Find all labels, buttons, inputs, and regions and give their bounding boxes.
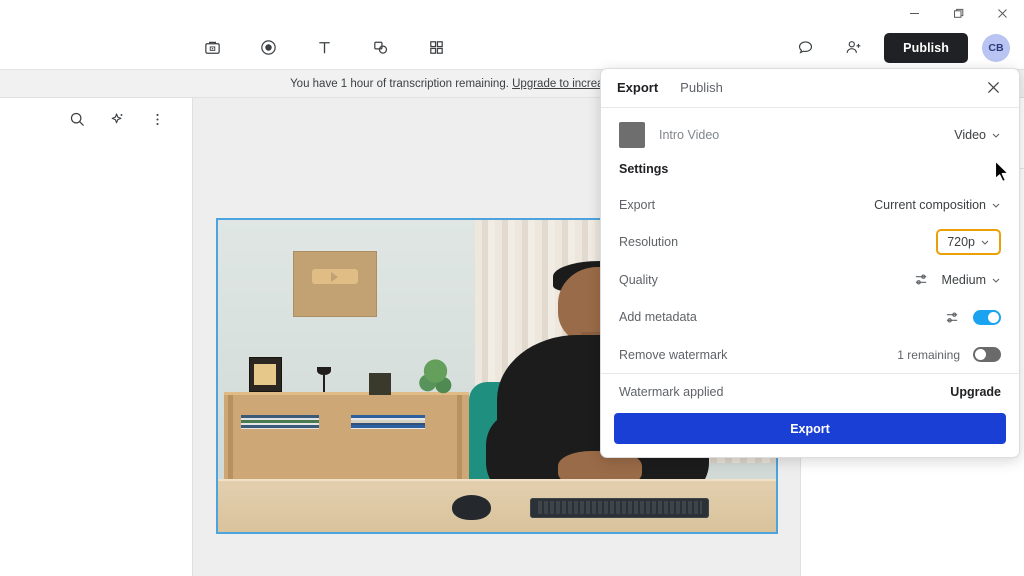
watermark-applied-label: Watermark applied xyxy=(619,385,723,399)
more-options-icon[interactable] xyxy=(142,104,172,134)
left-panel xyxy=(0,98,193,576)
quality-select[interactable]: Medium xyxy=(942,273,1001,287)
remove-watermark-remaining: 1 remaining xyxy=(897,348,960,362)
avatar[interactable]: CB xyxy=(982,34,1010,62)
row-add-metadata[interactable]: Add metadata xyxy=(601,298,1019,336)
chevron-down-icon xyxy=(991,275,1001,285)
export-dialog-body: Intro Video Video Settings Export Curren… xyxy=(601,108,1019,374)
chevron-down-icon xyxy=(991,130,1001,140)
scene-mouse xyxy=(452,495,491,520)
quality-value: Medium xyxy=(942,273,986,287)
row-export-scope[interactable]: Export Current composition xyxy=(601,186,1019,224)
tab-publish[interactable]: Publish xyxy=(678,76,725,99)
apps-grid-icon[interactable] xyxy=(419,33,453,63)
left-panel-tools xyxy=(0,98,192,134)
shapes-icon[interactable] xyxy=(363,33,397,63)
record-icon[interactable] xyxy=(251,33,285,63)
window-titlebar xyxy=(0,0,1024,26)
export-button[interactable]: Export xyxy=(614,413,1006,444)
close-icon[interactable] xyxy=(981,76,1005,100)
window-restore-icon[interactable] xyxy=(936,0,980,26)
row-remove-watermark[interactable]: Remove watermark 1 remaining xyxy=(601,336,1019,374)
file-name: Intro Video xyxy=(659,128,940,142)
scene-shelf xyxy=(224,392,470,486)
toolbar-right-actions: Publish CB xyxy=(788,33,1010,63)
scene-goblet xyxy=(313,367,335,392)
export-scope-value: Current composition xyxy=(874,198,986,212)
metadata-sliders-icon[interactable] xyxy=(945,310,960,325)
banner-message: You have 1 hour of transcription remaini… xyxy=(290,78,509,90)
add-metadata-toggle[interactable] xyxy=(973,310,1001,325)
file-kind-select[interactable]: Video xyxy=(954,128,1001,142)
window-close-icon[interactable] xyxy=(980,0,1024,26)
scene-plaque xyxy=(293,251,377,317)
row-add-metadata-label: Add metadata xyxy=(619,310,697,324)
tab-export[interactable]: Export xyxy=(615,76,660,99)
quality-sliders-icon[interactable] xyxy=(914,272,929,287)
row-resolution[interactable]: Resolution 720p xyxy=(601,223,1019,261)
scene-keyboard xyxy=(530,498,709,518)
media-library-icon[interactable] xyxy=(195,33,229,63)
row-resolution-label: Resolution xyxy=(619,235,678,249)
export-dialog: Export Publish Intro Video Video Setting… xyxy=(600,68,1020,458)
export-file-row: Intro Video Video xyxy=(601,112,1019,156)
export-scope-select[interactable]: Current composition xyxy=(874,198,1001,212)
app-window: Publish CB You have 1 hour of transcript… xyxy=(0,0,1024,576)
watermark-footer: Watermark applied Upgrade xyxy=(601,373,1019,410)
main-toolbar: Publish CB xyxy=(0,26,1024,69)
export-dialog-header: Export Publish xyxy=(601,69,1019,108)
mouse-cursor xyxy=(994,160,1011,183)
chevron-down-icon xyxy=(980,237,990,247)
scene-hourglass xyxy=(369,373,391,395)
upgrade-link[interactable]: Upgrade xyxy=(950,385,1001,399)
resolution-select[interactable]: 720p xyxy=(936,229,1001,255)
row-remove-watermark-label: Remove watermark xyxy=(619,348,727,362)
settings-heading: Settings xyxy=(601,156,1019,186)
row-export-scope-label: Export xyxy=(619,198,655,212)
file-kind-value: Video xyxy=(954,128,986,142)
file-thumbnail xyxy=(619,122,645,148)
invite-person-icon[interactable] xyxy=(836,33,870,63)
window-minimize-icon[interactable] xyxy=(892,0,936,26)
sparkle-ai-icon[interactable] xyxy=(102,104,132,134)
search-icon[interactable] xyxy=(62,104,92,134)
text-icon[interactable] xyxy=(307,33,341,63)
scene-plant xyxy=(416,357,455,404)
row-quality[interactable]: Quality Medium xyxy=(601,261,1019,299)
resolution-value: 720p xyxy=(947,235,975,249)
chevron-down-icon xyxy=(991,200,1001,210)
remove-watermark-toggle[interactable] xyxy=(973,347,1001,362)
comment-icon[interactable] xyxy=(788,33,822,63)
row-quality-label: Quality xyxy=(619,273,658,287)
scene-lantern xyxy=(249,357,282,391)
toolbar-tools xyxy=(195,33,453,63)
publish-button[interactable]: Publish xyxy=(884,33,968,63)
